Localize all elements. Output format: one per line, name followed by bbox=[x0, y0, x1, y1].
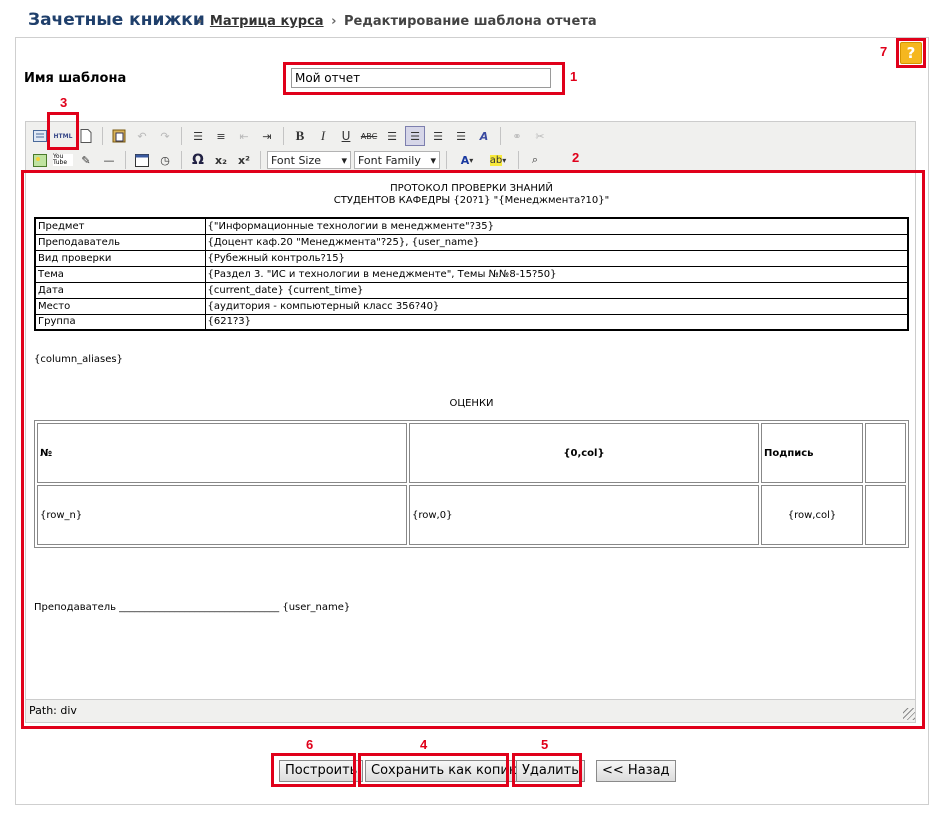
redo-icon[interactable]: ↷ bbox=[155, 126, 175, 146]
font-size-select[interactable]: Font Size ▾ bbox=[267, 151, 351, 169]
breadcrumb-separator: › bbox=[331, 14, 337, 29]
align-right-icon[interactable]: ☰ bbox=[428, 126, 448, 146]
indent-icon[interactable]: ⇥ bbox=[257, 126, 277, 146]
font-color-icon[interactable]: A ▾ bbox=[453, 150, 481, 170]
breadcrumb: › Матрица курса › Редактирование шаблона… bbox=[194, 14, 597, 29]
preview-icon[interactable]: ⌕ bbox=[525, 150, 545, 170]
paste-word-icon[interactable] bbox=[109, 126, 129, 146]
highlight-delete bbox=[512, 753, 582, 787]
align-center-icon[interactable]: ☰ bbox=[405, 126, 425, 146]
annotation-5: 5 bbox=[541, 737, 549, 752]
annotation-7: 7 bbox=[880, 44, 888, 59]
back-button[interactable]: << Назад bbox=[596, 760, 676, 782]
highlight-help bbox=[896, 38, 926, 68]
link-icon[interactable]: ⚭ bbox=[507, 126, 527, 146]
template-name-label: Имя шаблона bbox=[24, 71, 127, 86]
styles-icon[interactable]: A bbox=[474, 126, 494, 146]
bold-icon[interactable]: B bbox=[290, 126, 310, 146]
new-document-icon[interactable] bbox=[76, 126, 96, 146]
highlight-editor bbox=[21, 170, 925, 729]
annotation-3: 3 bbox=[60, 95, 68, 110]
breadcrumb-link-course-matrix[interactable]: Матрица курса bbox=[210, 14, 324, 29]
insert-time-icon[interactable]: ◷ bbox=[155, 150, 175, 170]
edit-icon[interactable]: ✎ bbox=[76, 150, 96, 170]
underline-icon[interactable]: U bbox=[336, 126, 356, 146]
toolbar-row-2: You Tube ✎ — ◷ Ω x₂ x² Font Size ▾ Font … bbox=[30, 149, 545, 171]
align-left-icon[interactable]: ☰ bbox=[382, 126, 402, 146]
undo-icon[interactable]: ↶ bbox=[132, 126, 152, 146]
highlight-build bbox=[271, 753, 356, 787]
unlink-icon[interactable]: ✂ bbox=[530, 126, 550, 146]
youtube-label: You Tube bbox=[53, 154, 73, 166]
annotation-1: 1 bbox=[570, 69, 578, 84]
font-family-label: Font Family bbox=[358, 153, 421, 167]
outdent-icon[interactable]: ⇤ bbox=[234, 126, 254, 146]
chevron-down-icon: ▾ bbox=[341, 153, 347, 167]
image-icon[interactable] bbox=[30, 150, 50, 170]
strikethrough-icon[interactable]: ABC bbox=[359, 126, 379, 146]
font-family-select[interactable]: Font Family ▾ bbox=[354, 151, 440, 169]
annotation-6: 6 bbox=[306, 737, 314, 752]
font-size-label: Font Size bbox=[271, 153, 322, 167]
horizontal-rule-icon[interactable]: — bbox=[99, 150, 119, 170]
page-title: Зачетные книжки bbox=[28, 10, 205, 30]
annotation-4: 4 bbox=[420, 737, 428, 752]
highlight-html-button bbox=[47, 112, 79, 150]
numbered-list-icon[interactable]: ≡ bbox=[211, 126, 231, 146]
chevron-down-icon: ▾ bbox=[430, 153, 436, 167]
youtube-icon[interactable]: You Tube bbox=[53, 150, 73, 170]
toolbar-row-1: HTML ↶ ↷ ☰ ≡ ⇤ ⇥ B I U ABC ☰ ☰ ☰ ☰ A ⚭ ✂ bbox=[30, 125, 550, 147]
highlight-color-icon[interactable]: ab ▾ bbox=[484, 150, 512, 170]
bullet-list-icon[interactable]: ☰ bbox=[188, 126, 208, 146]
italic-icon[interactable]: I bbox=[313, 126, 333, 146]
special-char-icon[interactable]: Ω bbox=[188, 150, 208, 170]
highlight-save-copy bbox=[358, 753, 509, 787]
breadcrumb-current: Редактирование шаблона отчета bbox=[344, 14, 597, 29]
annotation-2: 2 bbox=[572, 150, 580, 165]
insert-date-icon[interactable] bbox=[132, 150, 152, 170]
subscript-icon[interactable]: x₂ bbox=[211, 150, 231, 170]
editor-toolbar: HTML ↶ ↷ ☰ ≡ ⇤ ⇥ B I U ABC ☰ ☰ ☰ ☰ A ⚭ ✂… bbox=[25, 121, 916, 171]
superscript-icon[interactable]: x² bbox=[234, 150, 254, 170]
align-justify-icon[interactable]: ☰ bbox=[451, 126, 471, 146]
breadcrumb-separator: › bbox=[197, 14, 203, 29]
highlight-name-input bbox=[283, 62, 565, 95]
